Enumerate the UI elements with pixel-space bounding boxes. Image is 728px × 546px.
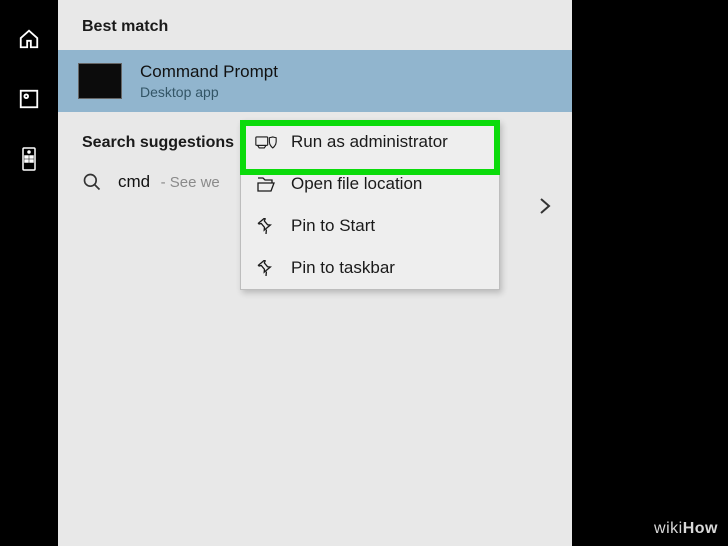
pin-taskbar-icon xyxy=(255,259,277,277)
menu-item-label: Pin to taskbar xyxy=(291,258,395,278)
home-icon[interactable] xyxy=(18,28,40,50)
menu-pin-to-start[interactable]: Pin to Start xyxy=(241,205,499,247)
chevron-right-icon[interactable] xyxy=(538,196,552,221)
menu-item-label: Run as administrator xyxy=(291,132,448,152)
right-margin xyxy=(572,0,728,546)
watermark: wikiHow xyxy=(654,520,718,538)
menu-run-as-administrator[interactable]: Run as administrator xyxy=(241,121,499,163)
admin-shield-icon xyxy=(255,133,277,151)
result-subtitle: Desktop app xyxy=(140,84,278,100)
suggestion-text: cmd - See we xyxy=(118,172,220,192)
search-icon xyxy=(82,172,102,192)
best-match-header: Best match xyxy=(58,0,572,50)
pin-start-icon xyxy=(255,217,277,235)
menu-item-label: Open file location xyxy=(291,174,422,194)
command-prompt-icon xyxy=(78,63,122,99)
query-text: cmd xyxy=(118,172,150,191)
context-menu: Run as administrator Open file location … xyxy=(240,120,500,290)
best-match-result[interactable]: Command Prompt Desktop app xyxy=(58,50,572,112)
result-title: Command Prompt xyxy=(140,62,278,82)
menu-open-file-location[interactable]: Open file location xyxy=(241,163,499,205)
menu-item-label: Pin to Start xyxy=(291,216,375,236)
query-hint: - See we xyxy=(161,174,220,191)
photo-icon[interactable] xyxy=(18,88,40,110)
best-match-text: Command Prompt Desktop app xyxy=(140,62,278,100)
menu-pin-to-taskbar[interactable]: Pin to taskbar xyxy=(241,247,499,289)
folder-open-icon xyxy=(255,175,277,193)
remote-icon[interactable] xyxy=(18,148,40,170)
taskbar-sidebar xyxy=(0,0,58,546)
watermark-suffix: How xyxy=(683,520,718,537)
watermark-prefix: wiki xyxy=(654,520,683,537)
